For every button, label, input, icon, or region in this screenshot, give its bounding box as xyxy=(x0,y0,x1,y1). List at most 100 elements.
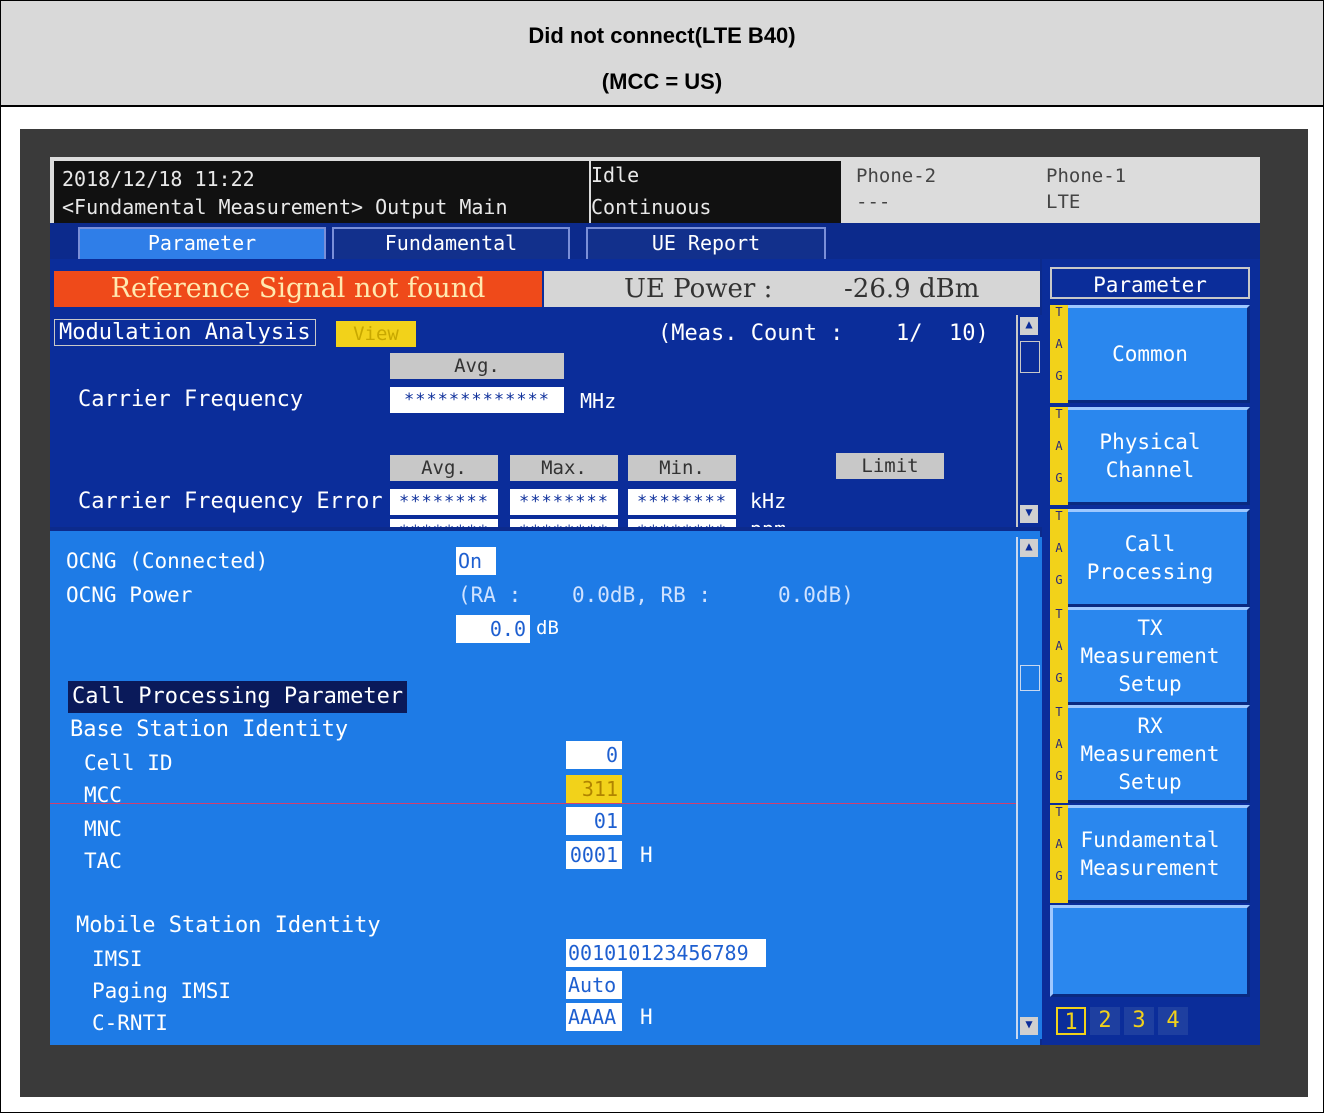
caption-title: Did not connect(LTE B40) xyxy=(528,23,796,48)
error-unit-ppm: ppm xyxy=(750,519,786,527)
crnti-value[interactable]: AAAA xyxy=(566,1003,622,1031)
error-unit-khz: kHz xyxy=(750,489,787,513)
softkey-physical-channel[interactable]: Physical Channel xyxy=(1050,407,1250,505)
limit-button[interactable]: Limit xyxy=(836,453,944,479)
avg-button-freq[interactable]: Avg. xyxy=(390,353,564,379)
error-avg-ppm: ******** xyxy=(390,519,498,527)
tag-letter-g: G xyxy=(1055,671,1063,685)
tag-indicator: T A G xyxy=(1050,509,1068,607)
modulation-title: Modulation Analysis xyxy=(54,319,316,346)
tag-letter-t: T xyxy=(1055,509,1063,523)
ocng-power-value[interactable]: 0.0 xyxy=(456,615,530,643)
ue-power-label: UE Power : xyxy=(624,274,773,304)
meas-count-value: 1/ 10) xyxy=(896,321,989,346)
error-unit-ppm-clip: ppm xyxy=(750,519,810,527)
ocng-power-label: OCNG Power xyxy=(66,583,193,607)
tab-fundamental[interactable]: Fundamental xyxy=(332,227,570,261)
phone1-label: Phone-1 xyxy=(1046,165,1127,187)
lower-scroll-down-icon[interactable]: ▼ xyxy=(1020,1017,1038,1035)
softkey-rx-measurement-setup[interactable]: RX Measurement Setup xyxy=(1050,705,1250,803)
softkey-header: Parameter xyxy=(1050,267,1250,299)
status-state: Idle xyxy=(591,163,640,187)
crnti-unit: H xyxy=(640,1005,653,1029)
tag-letter-a: A xyxy=(1055,439,1063,453)
status-screen-name: <Fundamental Measurement> Output Main xyxy=(62,195,508,219)
status-mid-panel: Idle Continuous xyxy=(591,161,841,223)
phone2-value: --- xyxy=(856,191,891,213)
scroll-down-icon[interactable]: ▼ xyxy=(1020,505,1038,523)
error-ppm-row-clipped: ******** ******** ******** xyxy=(390,519,736,527)
min-button[interactable]: Min. xyxy=(628,455,736,481)
avg-button-error[interactable]: Avg. xyxy=(390,455,498,481)
error-avg-khz: ******** xyxy=(390,489,498,515)
ocng-power-ra: (RA : xyxy=(458,583,522,607)
upper-scroll-thumb[interactable] xyxy=(1020,341,1040,373)
tag-indicator: T A G xyxy=(1050,305,1068,403)
tac-value[interactable]: 0001 xyxy=(566,841,622,869)
tag-letter-g: G xyxy=(1055,573,1063,587)
page-indicator: 1 2 3 4 xyxy=(1050,1005,1250,1039)
tag-letter-t: T xyxy=(1055,305,1063,319)
status-datetime: 2018/12/18 11:22 xyxy=(62,167,255,191)
scroll-up-icon[interactable]: ▲ xyxy=(1020,317,1038,335)
softkey-call-processing[interactable]: Call Processing xyxy=(1050,509,1250,607)
lower-scrollbar[interactable]: ▲ ▼ xyxy=(1016,537,1042,1039)
imsi-value[interactable]: 001010123456789 xyxy=(566,939,766,967)
carrier-frequency-unit: MHz xyxy=(580,389,617,413)
tag-letter-t: T xyxy=(1055,607,1063,621)
mcc-value[interactable]: 311 xyxy=(566,775,622,803)
softkey-common[interactable]: Common xyxy=(1050,305,1250,403)
tag-indicator: T A G xyxy=(1050,705,1068,803)
tac-unit: H xyxy=(640,843,653,867)
page-2[interactable]: 2 xyxy=(1090,1007,1120,1035)
base-station-identity: Base Station Identity xyxy=(70,717,349,742)
phone2-label: Phone-2 xyxy=(856,165,937,187)
max-button[interactable]: Max. xyxy=(510,455,618,481)
lower-scroll-up-icon[interactable]: ▲ xyxy=(1020,539,1038,557)
document-frame: Did not connect(LTE B40) (MCC = US) 2018… xyxy=(0,0,1324,1113)
tag-letter-t: T xyxy=(1055,407,1063,421)
softkey-fundamental-measurement[interactable]: Fundamental Measurement xyxy=(1050,805,1250,903)
page-3[interactable]: 3 xyxy=(1124,1007,1154,1035)
page-4[interactable]: 4 xyxy=(1158,1007,1188,1035)
tag-letter-g: G xyxy=(1055,369,1063,383)
page-1[interactable]: 1 xyxy=(1056,1007,1086,1035)
carrier-frequency-error-label: Carrier Frequency Error xyxy=(78,489,383,514)
reference-signal-alert: Reference Signal not found xyxy=(54,271,542,307)
ocng-power-ra-value: 0.0dB, RB : xyxy=(572,583,712,607)
ocng-connected-value[interactable]: On xyxy=(456,547,496,575)
mnc-label: MNC xyxy=(84,817,122,841)
paging-imsi-label: Paging IMSI xyxy=(92,979,232,1003)
tag-letter-t: T xyxy=(1055,705,1063,719)
tag-letter-a: A xyxy=(1055,639,1063,653)
meas-count-label: (Meas. Count : xyxy=(658,321,844,346)
lower-scroll-thumb[interactable] xyxy=(1020,665,1040,691)
crnti-label: C-RNTI xyxy=(92,1011,168,1035)
tag-letter-a: A xyxy=(1055,737,1063,751)
mnc-value[interactable]: 01 xyxy=(566,807,622,835)
tab-parameter[interactable]: Parameter xyxy=(78,227,326,261)
upper-scrollbar[interactable]: ▲ ▼ xyxy=(1016,315,1042,527)
ue-power-bar: UE Power : -26.9 dBm xyxy=(544,271,1040,307)
ocng-connected-label: OCNG (Connected) xyxy=(66,549,269,573)
status-mode: Continuous xyxy=(591,195,712,219)
ocng-power-rb-value: 0.0dB) xyxy=(778,583,854,607)
status-left-panel: 2018/12/18 11:22 <Fundamental Measuremen… xyxy=(54,161,589,223)
parameter-panel xyxy=(50,531,1040,1045)
ue-power-value: -26.9 dBm xyxy=(844,274,980,304)
tag-letter-t: T xyxy=(1055,805,1063,819)
imsi-label: IMSI xyxy=(92,947,143,971)
cursor-line xyxy=(50,803,1016,804)
softkey-tx-measurement-setup[interactable]: TX Measurement Setup xyxy=(1050,607,1250,705)
tag-letter-g: G xyxy=(1055,769,1063,783)
cell-id-value[interactable]: 0 xyxy=(566,741,622,769)
caption-subtitle: (MCC = US) xyxy=(601,69,723,94)
tag-letter-a: A xyxy=(1055,541,1063,555)
tag-indicator: T A G xyxy=(1050,805,1068,903)
tag-indicator: T A G xyxy=(1050,407,1068,505)
tag-letter-a: A xyxy=(1055,337,1063,351)
tab-ue-report[interactable]: UE Report xyxy=(586,227,826,261)
softkey-empty[interactable] xyxy=(1050,905,1250,997)
paging-imsi-value[interactable]: Auto xyxy=(566,971,622,999)
view-button[interactable]: View xyxy=(336,321,416,347)
